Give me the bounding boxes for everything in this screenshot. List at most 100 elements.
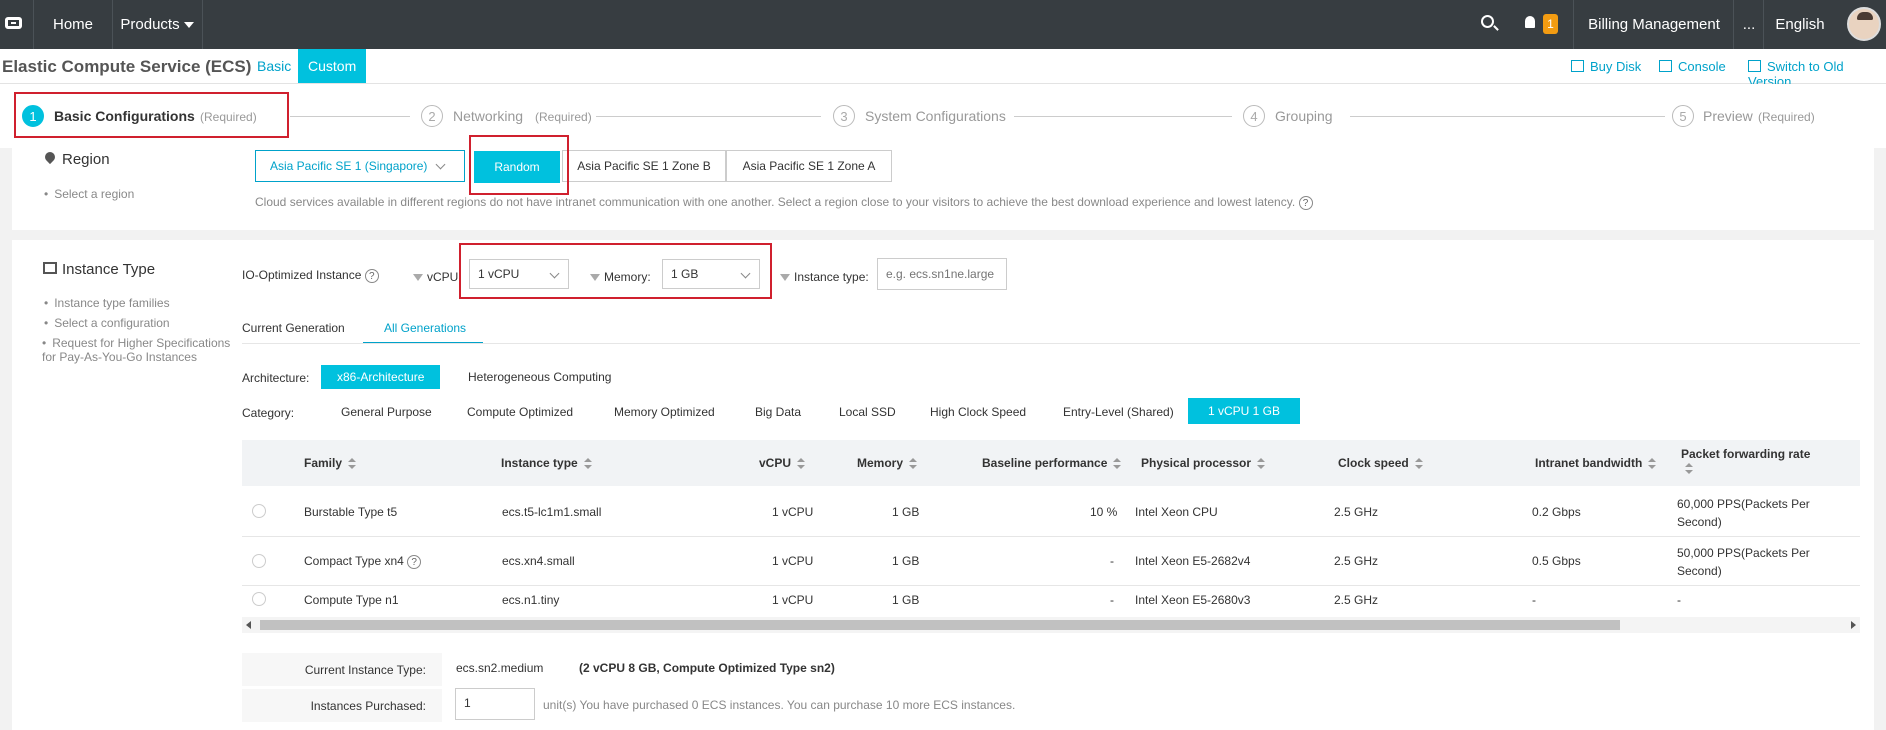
console-link[interactable]: Console bbox=[1659, 59, 1726, 74]
instances-purchased-input[interactable]: 1 bbox=[455, 688, 535, 720]
instance-type-filter-label: Instance type: bbox=[780, 270, 869, 284]
instance-type-input[interactable] bbox=[877, 258, 1007, 290]
category-label: Category: bbox=[242, 406, 295, 420]
category-compute-optimized[interactable]: Compute Optimized bbox=[451, 400, 589, 424]
step-2-number: 2 bbox=[421, 105, 443, 127]
io-optimized-text: IO-Optimized Instance bbox=[242, 268, 362, 282]
step-1-required: (Required) bbox=[200, 110, 257, 124]
col-bandwidth[interactable]: Intranet bandwidth bbox=[1535, 456, 1657, 470]
nav-products[interactable]: Products bbox=[112, 0, 203, 49]
step-preview[interactable]: Preview bbox=[1703, 108, 1753, 124]
disk-icon bbox=[1571, 60, 1584, 72]
step-grouping[interactable]: Grouping bbox=[1275, 108, 1333, 124]
col-clock-speed[interactable]: Clock speed bbox=[1338, 456, 1423, 470]
col-baseline[interactable]: Baseline performance bbox=[982, 456, 1122, 470]
zone-a-button[interactable]: Asia Pacific SE 1 Zone A bbox=[726, 150, 892, 182]
table-row[interactable]: Compute Type n1 ecs.n1.tiny 1 vCPU 1 GB … bbox=[242, 586, 1860, 616]
arch-x86-button[interactable]: x86-Architecture bbox=[321, 365, 441, 389]
cell-baseline: - bbox=[1110, 593, 1114, 607]
category-1vcpu-1gb[interactable]: 1 vCPU 1 GB bbox=[1188, 398, 1301, 424]
cell-family: Compute Type n1 bbox=[304, 593, 399, 607]
sort-icon bbox=[1113, 457, 1122, 470]
scrollbar-thumb[interactable] bbox=[260, 620, 1620, 630]
table-row[interactable]: Burstable Type t5 ecs.t5-lc1m1.small 1 v… bbox=[242, 487, 1860, 537]
help-icon[interactable]: ? bbox=[364, 269, 379, 283]
cell-baseline: 10 % bbox=[1090, 505, 1118, 519]
sort-icon bbox=[348, 457, 357, 470]
cell-vcpu: 1 vCPU bbox=[772, 554, 814, 568]
category-local-ssd[interactable]: Local SSD bbox=[823, 400, 912, 424]
col-vcpu-label: vCPU bbox=[759, 456, 792, 470]
row-radio[interactable] bbox=[252, 554, 266, 568]
cell-baseline: - bbox=[1110, 554, 1114, 568]
col-family[interactable]: Family bbox=[304, 456, 357, 470]
col-family-label: Family bbox=[304, 456, 343, 470]
table-row[interactable]: Compact Type xn4 ? ecs.xn4.small 1 vCPU … bbox=[242, 537, 1860, 586]
search-icon-handle bbox=[1493, 25, 1499, 31]
help-icon[interactable]: ? bbox=[1298, 196, 1313, 210]
io-optimized-label: IO-Optimized Instance ? bbox=[242, 268, 379, 283]
language-switch[interactable]: English bbox=[1763, 0, 1836, 49]
cell-instance-type: ecs.xn4.small bbox=[502, 554, 575, 568]
col-processor-label: Physical processor bbox=[1141, 456, 1252, 470]
scroll-right-arrow-icon[interactable] bbox=[1851, 621, 1856, 629]
table-horizontal-scrollbar[interactable] bbox=[242, 617, 1860, 633]
cell-family-text: Compact Type xn4 bbox=[304, 554, 404, 568]
vcpu-select-value: 1 vCPU bbox=[478, 267, 520, 281]
hint-instance-families[interactable]: Instance type families bbox=[44, 296, 169, 310]
category-big-data[interactable]: Big Data bbox=[739, 400, 817, 424]
nav-home[interactable]: Home bbox=[34, 0, 113, 49]
tab-basic[interactable]: Basic bbox=[247, 49, 301, 83]
page-title: Elastic Compute Service (ECS) bbox=[2, 57, 252, 76]
memory-select[interactable]: 1 GB bbox=[662, 259, 760, 289]
vcpu-label-text: vCPU bbox=[427, 270, 459, 284]
cell-packet-rate: 60,000 PPS(Packets Per Second) bbox=[1677, 495, 1810, 531]
hint-select-configuration[interactable]: Select a configuration bbox=[44, 316, 169, 330]
category-general-purpose[interactable]: General Purpose bbox=[325, 400, 448, 424]
step-1-number: 1 bbox=[22, 105, 44, 127]
cell-bandwidth: 0.5 Gbps bbox=[1532, 554, 1581, 568]
step-networking[interactable]: Networking bbox=[453, 108, 523, 124]
step-5-number: 5 bbox=[1672, 105, 1694, 127]
col-instance-type[interactable]: Instance type bbox=[501, 456, 592, 470]
console-logo-icon[interactable] bbox=[0, 0, 34, 49]
scroll-left-arrow-icon[interactable] bbox=[246, 621, 251, 629]
buy-disk-link[interactable]: Buy Disk bbox=[1571, 59, 1641, 74]
billing-management-link[interactable]: Billing Management bbox=[1573, 0, 1734, 49]
col-packet-rate[interactable]: Packet forwarding rate bbox=[1681, 447, 1810, 475]
step-4-number: 4 bbox=[1243, 105, 1265, 127]
cell-processor: Intel Xeon E5-2682v4 bbox=[1135, 554, 1251, 568]
more-menu[interactable]: ... bbox=[1733, 0, 1764, 49]
category-high-clock-speed[interactable]: High Clock Speed bbox=[914, 400, 1042, 424]
tab-all-generations[interactable]: All Generations bbox=[384, 321, 466, 335]
sort-icon bbox=[1257, 457, 1266, 470]
arch-heterogeneous-button[interactable]: Heterogeneous Computing bbox=[452, 365, 627, 389]
vcpu-select[interactable]: 1 vCPU bbox=[469, 259, 569, 289]
zone-b-button[interactable]: Asia Pacific SE 1 Zone B bbox=[562, 150, 726, 182]
switch-icon bbox=[1748, 60, 1761, 72]
col-memory-label: Memory bbox=[857, 456, 904, 470]
row-radio[interactable] bbox=[252, 504, 266, 518]
row-radio[interactable] bbox=[252, 592, 266, 606]
zone-random-button[interactable]: Random bbox=[474, 151, 560, 183]
category-entry-level-shared[interactable]: Entry-Level (Shared) bbox=[1047, 400, 1190, 424]
step-basic-configurations[interactable]: Basic Configurations bbox=[54, 108, 195, 124]
step-5-required: (Required) bbox=[1758, 110, 1815, 124]
tab-custom[interactable]: Custom bbox=[298, 49, 367, 83]
memory-select-value: 1 GB bbox=[671, 267, 699, 281]
nav-products-label: Products bbox=[120, 16, 180, 33]
col-memory[interactable]: Memory bbox=[857, 456, 918, 470]
avatar[interactable] bbox=[1847, 7, 1881, 41]
category-memory-optimized[interactable]: Memory Optimized bbox=[598, 400, 731, 424]
col-vcpu[interactable]: vCPU bbox=[759, 456, 806, 470]
hint-higher-specifications[interactable]: Request for Higher Specifications for Pa… bbox=[42, 336, 232, 364]
step-system-configurations[interactable]: System Configurations bbox=[865, 108, 1006, 124]
avatar-hair bbox=[1857, 12, 1873, 20]
cell-vcpu: 1 vCPU bbox=[772, 505, 814, 519]
tab-current-generation[interactable]: Current Generation bbox=[242, 321, 345, 335]
region-select[interactable]: Asia Pacific SE 1 (Singapore) bbox=[255, 150, 465, 182]
buy-disk-label: Buy Disk bbox=[1590, 59, 1642, 74]
col-processor[interactable]: Physical processor bbox=[1141, 456, 1266, 470]
help-icon[interactable]: ? bbox=[407, 555, 422, 569]
bell-icon[interactable] bbox=[1525, 16, 1535, 28]
